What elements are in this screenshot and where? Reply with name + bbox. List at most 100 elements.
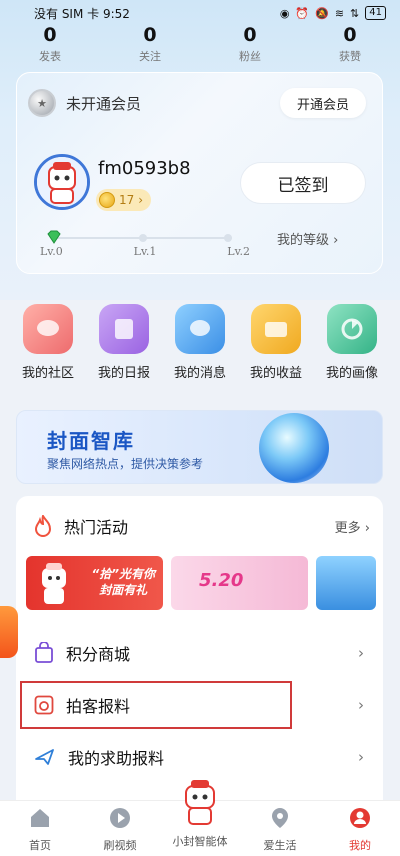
stat-value: 0 [243, 24, 257, 46]
more-label: 更多 [334, 521, 361, 536]
stat-value: 0 [343, 24, 357, 46]
hot-activities-title: 热门活动 [64, 518, 129, 537]
chevron-right-icon: › [358, 644, 364, 662]
tab-mine[interactable]: 我的 [320, 801, 400, 856]
level-dot [139, 234, 147, 242]
quick-my-messages[interactable]: 我的消息 [165, 300, 235, 381]
think-tank-banner[interactable]: 封面智库 聚焦网络热点，提供决策参考 [16, 410, 383, 484]
level-progress-track [54, 234, 232, 242]
location-pin-icon [272, 808, 288, 828]
vip-status: 未开通会员 [66, 94, 142, 113]
stat-label: 粉丝 [239, 50, 261, 63]
status-bar: 没有 SIM 卡 9:52 ◉ ⏰ 🔕 ≋ ⇅ 41 [0, 0, 400, 26]
menu-points-mall[interactable]: 积分商城 › [34, 636, 368, 670]
stat-likes[interactable]: 0 获赞 [300, 24, 400, 64]
gem-icon [47, 230, 61, 244]
shopping-bag-icon [35, 642, 53, 663]
floating-side-tab[interactable] [0, 606, 18, 658]
mascot-avatar-icon [37, 157, 87, 207]
stat-label: 关注 [139, 50, 161, 63]
quick-label: 我的收益 [249, 366, 302, 381]
play-icon [110, 808, 130, 828]
tab-life[interactable]: 爱生活 [240, 801, 320, 856]
medal-icon: ★ [28, 89, 56, 117]
activity-card[interactable]: 5.20 [171, 556, 308, 610]
chevron-right-icon: › [333, 233, 339, 248]
chevron-right-icon: › [358, 696, 364, 714]
level-labels: Lv.0 Lv.1 Lv.2 [40, 245, 250, 258]
stat-fans[interactable]: 0 粉丝 [200, 24, 300, 64]
battery-icon: 41 [365, 6, 386, 20]
highlight-box [20, 681, 292, 729]
tab-home[interactable]: 首页 [0, 801, 80, 856]
quick-my-community[interactable]: 我的社区 [13, 300, 83, 381]
mascot-icon [42, 563, 66, 604]
activity-card[interactable]: “拾”光有你 封面有礼 [26, 556, 163, 610]
stat-posts[interactable]: 0 发表 [0, 24, 100, 64]
menu-label: 积分商城 [66, 645, 131, 664]
stat-following[interactable]: 0 关注 [100, 24, 200, 64]
activity-card[interactable] [316, 556, 376, 610]
open-vip-button[interactable]: 开通会员 [280, 88, 366, 118]
username: fm0593b8 [98, 158, 191, 179]
level-label: Lv.2 [227, 245, 250, 258]
quick-actions: 我的社区 我的日报 我的消息 我的收益 我的画像 [0, 300, 400, 381]
tab-label: 小封智能体 [172, 835, 228, 848]
banner-title: 封面智库 [47, 429, 135, 453]
stats-row: 0 发表 0 关注 0 粉丝 0 获赞 [0, 24, 400, 64]
avatar[interactable] [34, 154, 90, 210]
coin-count: 17 [119, 193, 135, 207]
activity-text: 5.20 [199, 570, 244, 591]
chevron-right-icon: › [364, 521, 370, 536]
quick-my-earnings[interactable]: 我的收益 [241, 300, 311, 381]
quick-label: 我的日报 [97, 366, 150, 381]
level-label: Lv.0 [40, 245, 63, 258]
status-icons: ◉ ⏰ 🔕 ≋ ⇅ 41 [280, 6, 386, 20]
mascot-agent-icon[interactable] [176, 778, 224, 826]
data-icon: ⇅ [350, 6, 360, 20]
stat-label: 发表 [39, 50, 61, 63]
quick-label: 我的社区 [21, 366, 74, 381]
tab-label: 爱生活 [263, 839, 297, 852]
home-icon [31, 809, 49, 827]
message-icon [175, 304, 225, 354]
quick-my-portrait[interactable]: 我的画像 [317, 300, 387, 381]
daily-report-icon [99, 304, 149, 354]
checkin-button[interactable]: 已签到 [240, 162, 366, 204]
my-level-label: 我的等级 [277, 233, 330, 248]
community-icon [23, 304, 73, 354]
eye-icon: ◉ [279, 6, 290, 20]
activity-carousel[interactable]: “拾”光有你 封面有礼 5.20 [26, 556, 376, 612]
tab-label: 首页 [29, 839, 51, 852]
coin-badge[interactable]: 17 › [96, 189, 152, 211]
tab-label: 我的 [349, 839, 371, 852]
flame-icon [34, 515, 52, 537]
wallet-icon [251, 304, 301, 354]
quick-my-daily[interactable]: 我的日报 [89, 300, 159, 381]
menu-help-report[interactable]: 我的求助报料 › [34, 740, 368, 774]
more-link[interactable]: 更多 › [335, 517, 370, 536]
send-icon [35, 749, 54, 765]
my-level-link[interactable]: 我的等级 › [277, 229, 338, 248]
wifi-icon: ≋ [334, 6, 345, 20]
tab-videos[interactable]: 刷视频 [80, 801, 160, 856]
level-dot [224, 234, 232, 242]
activity-text: “拾”光有你 封面有礼 [91, 567, 155, 597]
user-icon [350, 808, 370, 828]
stat-label: 获赞 [339, 50, 361, 63]
portrait-icon [327, 304, 377, 354]
quick-label: 我的消息 [173, 366, 226, 381]
banner-subtitle: 聚焦网络热点，提供决策参考 [47, 457, 204, 471]
level-label: Lv.1 [133, 245, 157, 258]
quick-label: 我的画像 [325, 366, 378, 381]
mute-icon: 🔕 [315, 6, 329, 20]
stat-value: 0 [43, 24, 57, 46]
tab-label: 刷视频 [103, 839, 137, 852]
coin-icon [99, 192, 115, 208]
stat-value: 0 [143, 24, 157, 46]
alarm-icon: ⏰ [295, 6, 310, 20]
menu-label: 我的求助报料 [68, 749, 165, 768]
hot-activities-header: 热门活动 更多 › [34, 512, 374, 540]
vip-row: ★ 未开通会员 开通会员 [28, 86, 368, 120]
carrier-time: 没有 SIM 卡 9:52 [34, 6, 130, 21]
